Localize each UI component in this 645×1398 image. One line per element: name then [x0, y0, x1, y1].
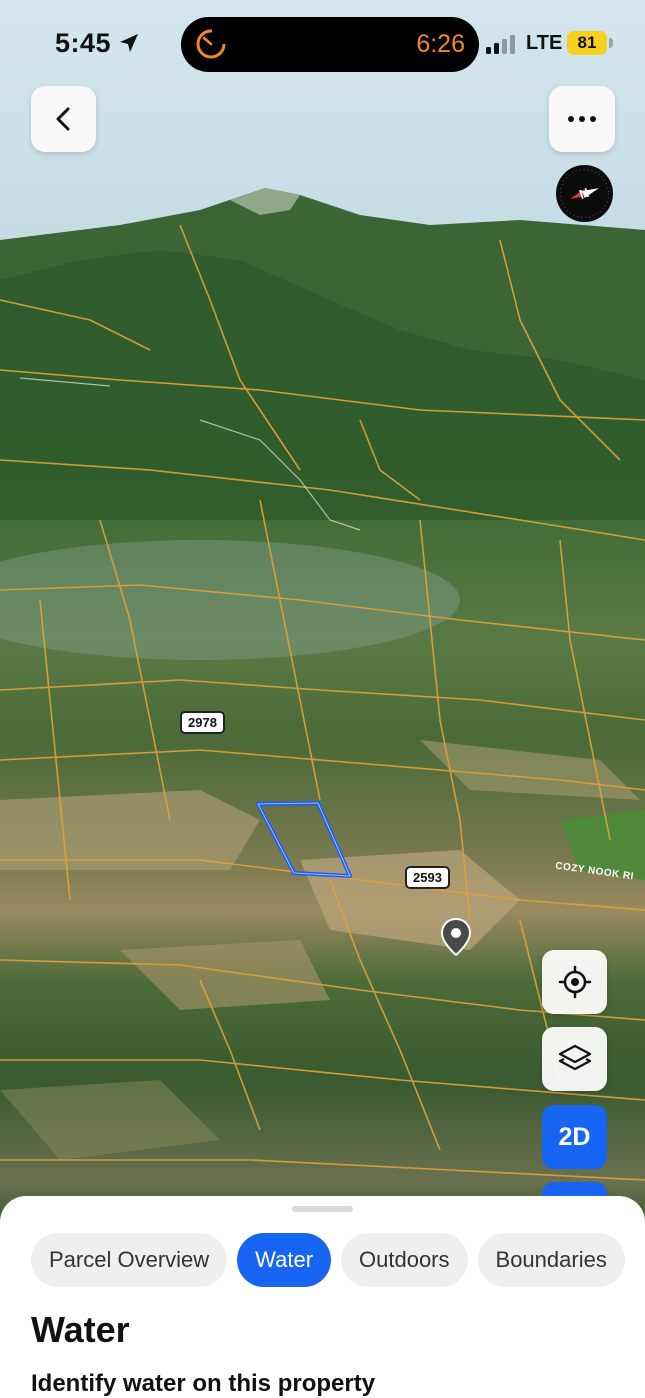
map-layers-button[interactable]: [542, 1027, 607, 1091]
tab-boundaries[interactable]: Boundaries: [477, 1233, 625, 1287]
network-type: LTE: [526, 32, 563, 54]
location-arrow-icon: [120, 34, 138, 52]
ellipsis-icon: [568, 116, 596, 122]
compass-icon: N: [560, 169, 609, 218]
sheet-grabber[interactable]: [292, 1206, 353, 1212]
section-subtitle: Identify water on this property: [31, 1370, 376, 1397]
island-timer-text: 6:26: [416, 30, 465, 58]
road-label-2978: 2978: [180, 711, 225, 734]
battery-tip: [609, 38, 613, 48]
chevron-left-icon: [56, 107, 69, 131]
status-bar: 5:45 6:26 LTE 81: [0, 0, 645, 90]
toggle-2d-button[interactable]: 2D: [542, 1105, 607, 1169]
battery-icon: 81: [567, 31, 607, 55]
more-options-button[interactable]: [549, 86, 615, 152]
signal-icon: [486, 35, 515, 54]
section-title: Water: [31, 1309, 130, 1350]
dynamic-island[interactable]: 6:26: [181, 17, 479, 72]
tab-parcel-overview[interactable]: Parcel Overview: [31, 1233, 228, 1287]
locate-me-button[interactable]: [542, 950, 607, 1014]
compass-button[interactable]: N: [556, 165, 613, 222]
tab-outdoors[interactable]: Outdoors: [341, 1233, 468, 1287]
road-label-2593: 2593: [405, 866, 450, 889]
svg-text:N: N: [577, 185, 591, 202]
timer-icon: [196, 29, 226, 59]
status-time: 5:45: [55, 28, 112, 58]
battery-level: 81: [577, 33, 597, 52]
crosshair-icon: [558, 965, 591, 999]
sheet-tabs: Parcel Overview Water Outdoors Boundarie…: [31, 1233, 625, 1287]
tab-water[interactable]: Water: [237, 1233, 332, 1287]
layers-icon: [558, 1044, 591, 1071]
back-button[interactable]: [31, 86, 96, 152]
bottom-sheet[interactable]: Parcel Overview Water Outdoors Boundarie…: [0, 1196, 645, 1398]
